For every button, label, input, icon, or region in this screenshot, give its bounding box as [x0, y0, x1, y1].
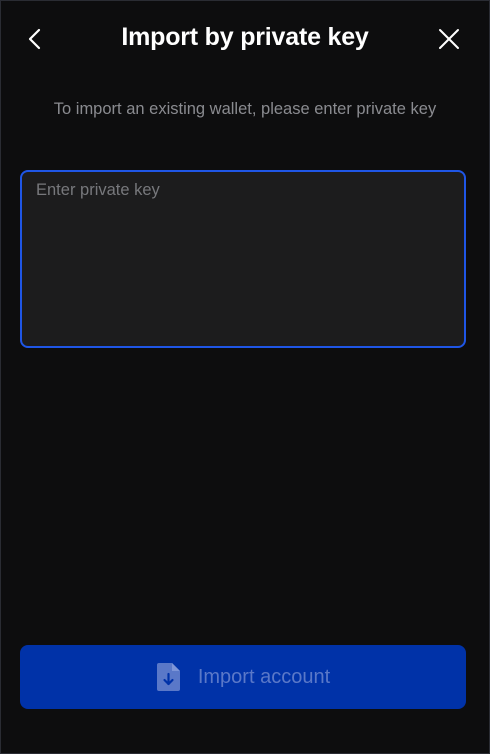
- import-private-key-panel: Import by private key To import an exist…: [0, 0, 490, 754]
- file-download-icon: [156, 662, 182, 692]
- page-title: Import by private key: [121, 23, 369, 51]
- import-account-label: Import account: [197, 665, 331, 688]
- close-icon: [439, 29, 459, 49]
- private-key-input[interactable]: [20, 170, 466, 348]
- close-button[interactable]: [435, 25, 463, 53]
- instruction-text: To import an existing wallet, please ent…: [53, 100, 437, 118]
- import-account-button[interactable]: Import account: [20, 645, 466, 709]
- header: Import by private key: [1, 1, 489, 79]
